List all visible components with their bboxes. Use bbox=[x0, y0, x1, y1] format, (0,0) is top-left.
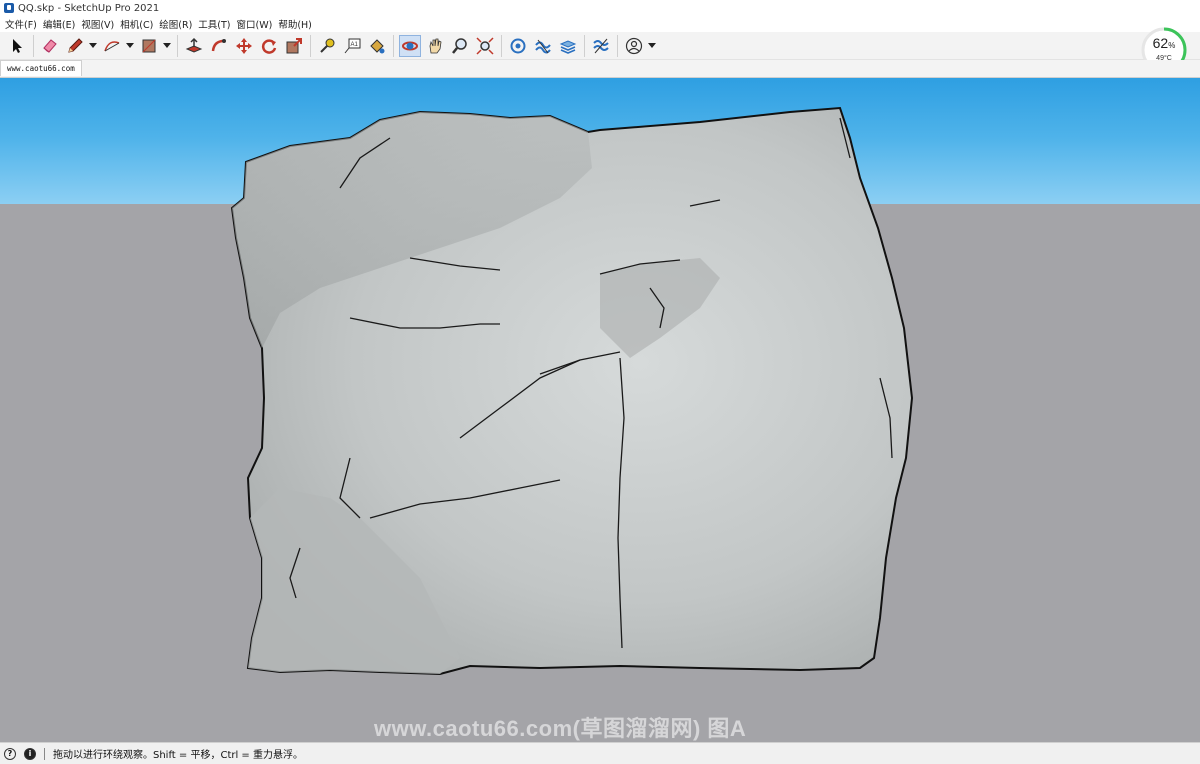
toolbar-separator bbox=[177, 34, 178, 57]
rectangle-dropdown[interactable] bbox=[163, 35, 171, 57]
menu-camera[interactable]: 相机(C) bbox=[119, 17, 158, 31]
menu-tools[interactable]: 工具(T) bbox=[197, 17, 235, 31]
rectangle-icon[interactable] bbox=[138, 35, 160, 57]
scale-icon[interactable] bbox=[283, 35, 305, 57]
account-icon[interactable] bbox=[623, 35, 645, 57]
toolbar-separator bbox=[310, 34, 311, 57]
window-title: QQ.skp - SketchUp Pro 2021 bbox=[18, 2, 160, 14]
follow-me-icon[interactable] bbox=[208, 35, 230, 57]
scene-tab-bar: www.caotu66.com bbox=[0, 60, 1200, 78]
rock-model[interactable] bbox=[0, 78, 1200, 742]
eraser-icon[interactable] bbox=[39, 35, 61, 57]
rotate-icon[interactable] bbox=[258, 35, 280, 57]
text-icon[interactable]: A1 bbox=[341, 35, 363, 57]
menu-window[interactable]: 窗口(W) bbox=[236, 17, 278, 31]
instructor-info-icon[interactable]: i bbox=[24, 747, 36, 760]
gauge-percent: 62% bbox=[1152, 35, 1176, 51]
menu-help[interactable]: 帮助(H) bbox=[277, 17, 317, 31]
pan-icon[interactable] bbox=[424, 35, 446, 57]
zoom-extents-icon[interactable] bbox=[474, 35, 496, 57]
geo-location-icon[interactable] bbox=[507, 35, 529, 57]
menu-draw[interactable]: 绘图(R) bbox=[158, 17, 197, 31]
select-icon[interactable] bbox=[6, 35, 28, 57]
toolbar-separator bbox=[33, 34, 34, 57]
paint-bucket-icon[interactable] bbox=[366, 35, 388, 57]
model-viewport[interactable]: www.caotu66.com(草图溜溜网) 图A bbox=[0, 78, 1200, 742]
layers-icon[interactable] bbox=[557, 35, 579, 57]
main-toolbar: A1 bbox=[0, 32, 1200, 60]
menu-edit[interactable]: 编辑(E) bbox=[42, 17, 80, 31]
toolbar-separator bbox=[393, 34, 394, 57]
toolbar-separator bbox=[501, 34, 502, 57]
svg-text:A1: A1 bbox=[351, 42, 359, 48]
watermark: www.caotu66.com(草图溜溜网) 图A bbox=[374, 716, 747, 741]
toolbar-separator bbox=[617, 34, 618, 57]
push-pull-icon[interactable] bbox=[183, 35, 205, 57]
arc-dropdown[interactable] bbox=[126, 35, 134, 57]
pencil-dropdown[interactable] bbox=[89, 35, 97, 57]
title-bar: QQ.skp - SketchUp Pro 2021 bbox=[0, 0, 1200, 16]
account-dropdown[interactable] bbox=[648, 35, 656, 57]
menu-file[interactable]: 文件(F) bbox=[4, 17, 42, 31]
pencil-icon[interactable] bbox=[64, 35, 86, 57]
menu-view[interactable]: 视图(V) bbox=[80, 17, 119, 31]
scene-tab[interactable]: www.caotu66.com bbox=[0, 60, 82, 76]
zoom-icon[interactable] bbox=[449, 35, 471, 57]
toolbar-separator bbox=[584, 34, 585, 57]
menu-bar: 文件(F) 编辑(E) 视图(V) 相机(C) 绘图(R) 工具(T) 窗口(W… bbox=[0, 16, 1200, 32]
status-divider bbox=[44, 747, 45, 760]
orbit-icon[interactable] bbox=[399, 34, 421, 57]
geo-status-icon[interactable]: ? bbox=[4, 747, 16, 760]
sandbox-icon[interactable] bbox=[532, 35, 554, 57]
styles-icon[interactable] bbox=[590, 35, 612, 57]
move-icon[interactable] bbox=[233, 35, 255, 57]
arc-icon[interactable] bbox=[101, 35, 123, 57]
sketchup-logo-icon bbox=[4, 3, 14, 13]
status-bar: ? i 拖动以进行环绕观察。Shift = 平移，Ctrl = 重力悬浮。 bbox=[0, 742, 1200, 764]
status-message: 拖动以进行环绕观察。Shift = 平移，Ctrl = 重力悬浮。 bbox=[53, 750, 303, 761]
tape-measure-icon[interactable] bbox=[316, 35, 338, 57]
